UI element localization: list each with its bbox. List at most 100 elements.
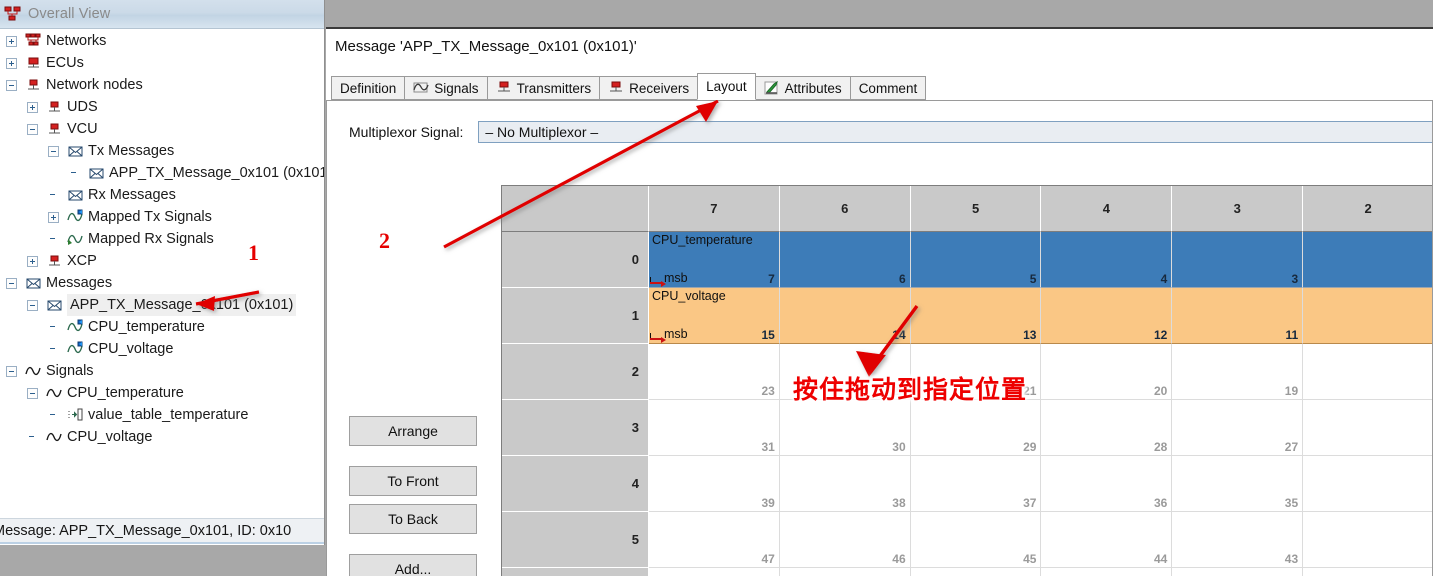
- tree-item-cpu-voltage[interactable]: CPU_voltage: [0, 426, 324, 448]
- grid-row: 0 CPU_temperature msb 7 6 5 4 3: [502, 232, 1432, 288]
- grid-empty-cell[interactable]: 19: [1172, 344, 1304, 400]
- grid-column-header-label: 4: [1102, 201, 1111, 216]
- grid-empty-cell[interactable]: 36: [1041, 456, 1173, 512]
- grid-signal-cell[interactable]: [1303, 232, 1432, 288]
- grid-empty-cell[interactable]: 20: [1041, 344, 1173, 400]
- tree-item-ecus[interactable]: ECUs: [0, 52, 324, 74]
- tab-layout[interactable]: Layout: [697, 73, 756, 100]
- grid-row-header: 0: [502, 232, 649, 288]
- tree-item-messages[interactable]: Messages: [0, 272, 324, 294]
- grid-empty-cell[interactable]: 44: [1041, 512, 1173, 568]
- add-button[interactable]: Add...: [349, 554, 477, 576]
- grid-signal-cell[interactable]: [1303, 288, 1432, 344]
- grid-empty-cell[interactable]: [1303, 512, 1432, 568]
- grid-empty-cell[interactable]: 46: [779, 512, 911, 568]
- tab-comment[interactable]: Comment: [849, 76, 927, 100]
- collapse-minus-icon[interactable]: [27, 299, 38, 311]
- grid-signal-cell[interactable]: 11: [1172, 288, 1304, 344]
- tree-item-xcp[interactable]: XCP: [0, 250, 324, 272]
- tree-item-cpu-voltage[interactable]: CPU_voltage: [0, 338, 324, 360]
- tab-transmitters[interactable]: Transmitters: [486, 76, 601, 100]
- grid-empty-cell[interactable]: [1041, 568, 1173, 576]
- grid-empty-cell[interactable]: 28: [1041, 400, 1173, 456]
- tree-item-network-nodes[interactable]: Network nodes: [0, 74, 324, 96]
- layout-button-column: Arrange To Front To Back Add...: [349, 416, 499, 576]
- tree-item-tx-messages[interactable]: Tx Messages: [0, 140, 324, 162]
- grid-signal-cell[interactable]: 14: [779, 288, 911, 344]
- tree-item-uds[interactable]: UDS: [0, 96, 324, 118]
- tree-item-value-table-temperature[interactable]: value_table_temperature: [0, 404, 324, 426]
- collapse-minus-icon[interactable]: [27, 123, 38, 135]
- tree-item-app-tx-message-0x101-0x101[interactable]: APP_TX_Message_0x101 (0x101): [0, 294, 324, 316]
- grid-empty-cell[interactable]: 43: [1172, 512, 1304, 568]
- grid-empty-cell[interactable]: [1303, 568, 1432, 576]
- grid-empty-cell[interactable]: 29: [910, 400, 1042, 456]
- grid-signal-cell[interactable]: CPU_temperature msb 7: [649, 232, 780, 288]
- grid-signal-cell[interactable]: 3: [1172, 232, 1304, 288]
- grid-empty-cell[interactable]: 47: [649, 512, 780, 568]
- multiplexor-select[interactable]: – No Multiplexor –: [478, 121, 1432, 143]
- tab-label: Comment: [858, 80, 918, 96]
- tab-signals[interactable]: Signals: [404, 76, 488, 100]
- grid-signal-cell[interactable]: 13: [910, 288, 1042, 344]
- collapse-minus-icon[interactable]: [6, 277, 17, 289]
- object-tree[interactable]: Networks ECUs Network nodes UDS VCU Tx Messag…: [0, 30, 324, 517]
- tree-item-cpu-temperature[interactable]: CPU_temperature: [0, 382, 324, 404]
- expand-plus-icon[interactable]: [27, 255, 38, 267]
- tree-item-signals[interactable]: Signals: [0, 360, 324, 382]
- grid-empty-cell[interactable]: [780, 568, 911, 576]
- grid-empty-cell[interactable]: 23: [649, 344, 780, 400]
- grid-empty-cell[interactable]: 27: [1172, 400, 1304, 456]
- grid-empty-cell[interactable]: [911, 568, 1042, 576]
- grid-empty-cell[interactable]: [649, 568, 780, 576]
- tree-expander-empty: [48, 410, 59, 421]
- expand-plus-icon[interactable]: [48, 211, 59, 223]
- collapse-minus-icon[interactable]: [6, 79, 17, 91]
- grid-signal-cell[interactable]: 12: [1041, 288, 1173, 344]
- tab-definition[interactable]: Definition: [331, 76, 406, 100]
- tree-item-app-tx-message-0x101-0x101[interactable]: APP_TX_Message_0x101 (0x101): [0, 162, 324, 184]
- tree-item-cpu-temperature[interactable]: CPU_temperature: [0, 316, 324, 338]
- expand-plus-icon[interactable]: [6, 57, 17, 69]
- grid-empty-cell[interactable]: [1303, 456, 1432, 512]
- page-title: Message 'APP_TX_Message_0x101 (0x101)': [326, 29, 1433, 63]
- mapped-tx-signal-icon: [67, 341, 84, 357]
- arrange-button[interactable]: Arrange: [349, 416, 477, 446]
- grid-empty-cell[interactable]: 38: [779, 456, 911, 512]
- grid-empty-cell[interactable]: 30: [779, 400, 911, 456]
- tree-item-rx-messages[interactable]: Rx Messages: [0, 184, 324, 206]
- grid-empty-cell[interactable]: [1303, 400, 1432, 456]
- expand-plus-icon[interactable]: [6, 35, 17, 47]
- grid-empty-cell[interactable]: 35: [1172, 456, 1304, 512]
- tab-bar[interactable]: Definition Signals Transmitters Receivers La…: [326, 73, 1433, 101]
- mapped-rx-signal-icon: [67, 231, 84, 247]
- grid-signal-cell[interactable]: CPU_voltage msb 15: [649, 288, 780, 344]
- grid-empty-cell[interactable]: 31: [649, 400, 780, 456]
- annotation-badge-2: 2: [379, 228, 390, 253]
- expand-plus-icon[interactable]: [27, 101, 38, 113]
- tree-item-mapped-tx-signals[interactable]: Mapped Tx Signals: [0, 206, 324, 228]
- button-spacer: [349, 446, 499, 466]
- tree-item-mapped-rx-signals[interactable]: Mapped Rx Signals: [0, 228, 324, 250]
- grid-empty-cell[interactable]: 45: [910, 512, 1042, 568]
- tab-receivers[interactable]: Receivers: [599, 76, 699, 100]
- collapse-minus-icon[interactable]: [27, 387, 38, 399]
- grid-column-header-label: 5: [971, 201, 980, 216]
- collapse-minus-icon[interactable]: [48, 145, 59, 157]
- collapse-minus-icon[interactable]: [6, 365, 17, 377]
- to-back-button[interactable]: To Back: [349, 504, 477, 534]
- signal-block-label: CPU_voltage: [652, 289, 726, 303]
- grid-signal-cell[interactable]: 4: [1041, 232, 1173, 288]
- tab-attributes[interactable]: Attributes: [754, 76, 851, 100]
- grid-empty-cell[interactable]: [1303, 344, 1432, 400]
- tree-item-vcu[interactable]: VCU: [0, 118, 324, 140]
- to-front-button[interactable]: To Front: [349, 466, 477, 496]
- grid-empty-cell[interactable]: [1172, 568, 1304, 576]
- grid-signal-cell[interactable]: 6: [779, 232, 911, 288]
- grid-signal-cell[interactable]: 5: [910, 232, 1042, 288]
- tree-connector: [59, 415, 67, 416]
- tree-item-networks[interactable]: Networks: [0, 30, 324, 52]
- grid-empty-cell[interactable]: 37: [910, 456, 1042, 512]
- grid-empty-cell[interactable]: 39: [649, 456, 780, 512]
